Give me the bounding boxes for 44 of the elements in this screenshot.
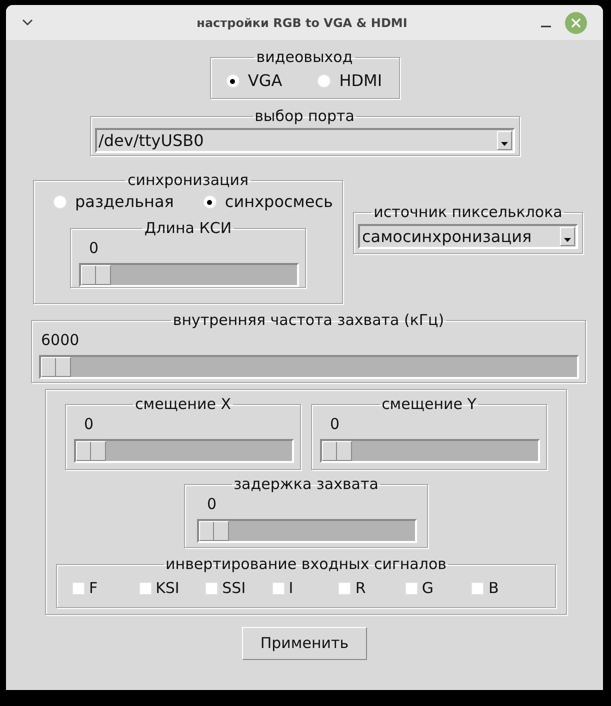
- checkbox[interactable]: SSI: [206, 578, 273, 598]
- slider-track[interactable]: [74, 439, 294, 463]
- checkbox[interactable]: F: [73, 578, 140, 598]
- dropdown-field[interactable]: /dev/ttyUSB0: [94, 128, 514, 153]
- chevron-down-icon[interactable]: [22, 19, 33, 26]
- slider-thumb[interactable]: [41, 357, 71, 377]
- group-title: инвертирование входных сигналов: [164, 554, 448, 574]
- checkbox[interactable]: KSI: [140, 578, 206, 598]
- radio-button[interactable]: HDMI: [318, 71, 382, 91]
- checkbox[interactable]: I: [272, 578, 340, 598]
- checkbox[interactable]: R: [339, 578, 406, 598]
- group-title: источник пиксельклока: [372, 202, 564, 222]
- slider-track[interactable]: [197, 519, 417, 543]
- slider-value: 0: [89, 238, 99, 258]
- group-title: Длина КСИ: [143, 218, 233, 238]
- slider-value: 0: [330, 414, 340, 434]
- dropdown-arrow-icon: [564, 238, 571, 242]
- close-icon[interactable]: [565, 12, 587, 34]
- slider-thumb[interactable]: [76, 441, 106, 461]
- group-title: видеовыход: [255, 47, 354, 67]
- checkbox[interactable]: B: [472, 578, 540, 598]
- apply-button[interactable]: Применить: [242, 627, 367, 660]
- checkbox[interactable]: G: [406, 578, 472, 598]
- slider-track[interactable]: [320, 439, 540, 463]
- radio-button[interactable]: синхросмесь: [204, 192, 333, 212]
- group-title: задержка захвата: [232, 474, 380, 494]
- radio-button[interactable]: раздельная: [54, 192, 174, 212]
- group-title: смещение X: [134, 394, 232, 414]
- group-title: смещение Y: [380, 394, 478, 414]
- slider-track[interactable]: [39, 355, 579, 379]
- slider-thumb[interactable]: [199, 521, 229, 541]
- dropdown-field[interactable]: самосинхронизация: [358, 224, 578, 249]
- slider-thumb[interactable]: [322, 441, 352, 461]
- group-title: синхронизация: [126, 170, 250, 190]
- radio-button[interactable]: VGA: [226, 71, 282, 91]
- slider-value: 0: [207, 494, 217, 514]
- slider-track[interactable]: [79, 263, 299, 287]
- dropdown-arrow-icon: [500, 142, 508, 146]
- slider-value: 6000: [41, 330, 80, 350]
- group-title: выбор порта: [254, 106, 356, 126]
- slider-thumb[interactable]: [81, 265, 111, 285]
- slider-value: 0: [84, 414, 94, 434]
- group-title: внутренняя частота захвата (кГц): [172, 310, 446, 330]
- window-title: настройки RGB to VGA & HDMI: [196, 14, 408, 32]
